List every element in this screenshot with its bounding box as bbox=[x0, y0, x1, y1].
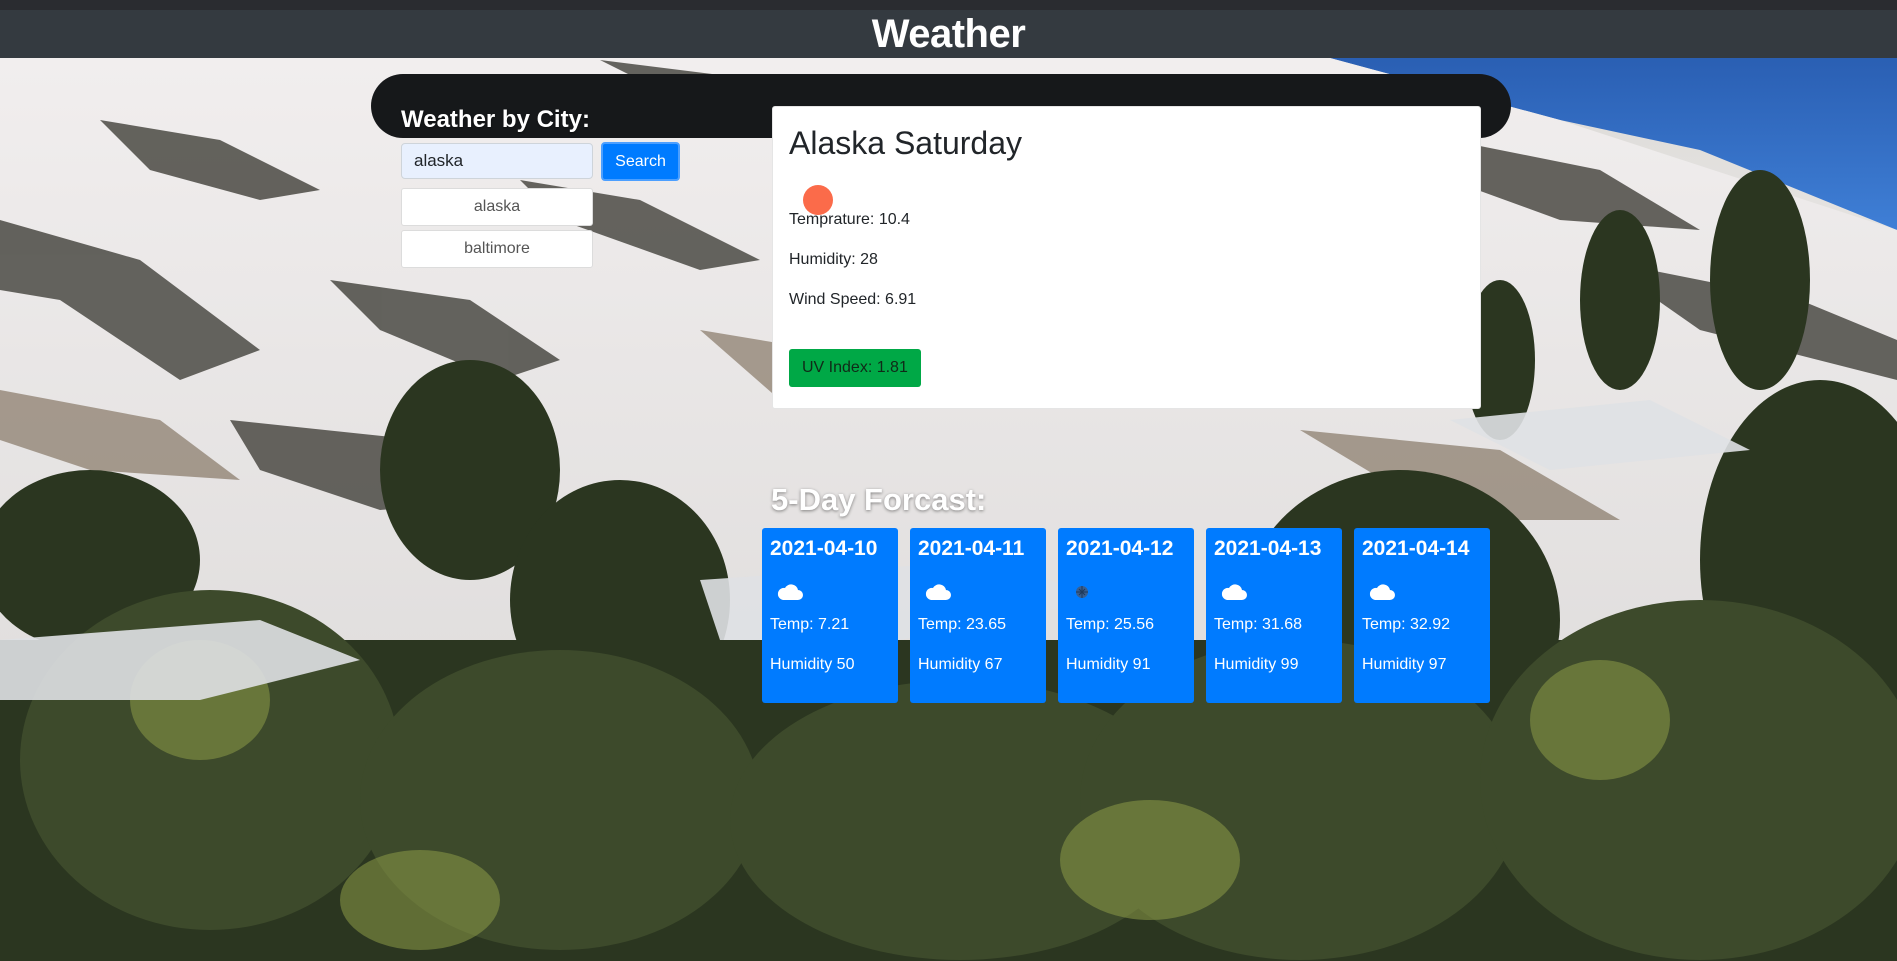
forecast-temp: Temp: 23.65 bbox=[918, 616, 1007, 633]
forecast-date: 2021-04-10 bbox=[770, 537, 878, 560]
history-item-alaska[interactable]: alaska bbox=[401, 188, 593, 226]
forecast-humidity: Humidity 99 bbox=[1214, 656, 1299, 673]
forecast-date: 2021-04-13 bbox=[1214, 537, 1322, 560]
forecast-row: 2021-04-10 Temp: 7.21 Humidity 50 2021-0… bbox=[762, 528, 1490, 703]
history-item-baltimore[interactable]: baltimore bbox=[401, 230, 593, 268]
cloud-icon bbox=[925, 584, 951, 600]
forecast-temp: Temp: 7.21 bbox=[770, 616, 850, 633]
forecast-date: 2021-04-12 bbox=[1066, 537, 1174, 560]
rain-icon bbox=[1076, 586, 1088, 598]
forecast-humidity: Humidity 91 bbox=[1066, 656, 1151, 673]
search-button[interactable]: Search bbox=[601, 142, 680, 181]
forecast-humidity: Humidity 97 bbox=[1362, 656, 1447, 673]
forecast-card: 2021-04-14 Temp: 32.92 Humidity 97 bbox=[1354, 528, 1490, 703]
forecast-title: 5-Day Forcast: bbox=[771, 482, 987, 517]
current-humidity: Humidity: 28 bbox=[789, 251, 878, 268]
app-header: Weather bbox=[0, 10, 1897, 58]
cloud-icon bbox=[777, 584, 803, 600]
cloud-icon bbox=[1369, 584, 1395, 600]
forecast-humidity: Humidity 67 bbox=[918, 656, 1003, 673]
forecast-card: 2021-04-10 Temp: 7.21 Humidity 50 bbox=[762, 528, 898, 703]
forecast-date: 2021-04-14 bbox=[1362, 537, 1470, 560]
cloud-icon bbox=[1221, 584, 1247, 600]
current-temperature: Temprature: 10.4 bbox=[789, 211, 910, 228]
current-city-title: Alaska Saturday bbox=[789, 125, 1023, 161]
uv-index-badge: UV Index: 1.81 bbox=[789, 349, 921, 387]
forecast-card: 2021-04-11 Temp: 23.65 Humidity 67 bbox=[910, 528, 1046, 703]
forecast-card: 2021-04-12 Temp: 25.56 Humidity 91 bbox=[1058, 528, 1194, 703]
city-search-input[interactable] bbox=[401, 143, 593, 179]
forecast-temp: Temp: 31.68 bbox=[1214, 616, 1303, 633]
current-wind-speed: Wind Speed: 6.91 bbox=[789, 291, 917, 308]
search-history-list: alaska baltimore bbox=[401, 188, 593, 272]
forecast-date: 2021-04-11 bbox=[918, 537, 1025, 560]
page-title: Weather bbox=[871, 11, 1026, 56]
forecast-card: 2021-04-13 Temp: 31.68 Humidity 99 bbox=[1206, 528, 1342, 703]
forecast-humidity: Humidity 50 bbox=[770, 656, 855, 673]
forecast-temp: Temp: 32.92 bbox=[1362, 616, 1451, 633]
forecast-temp: Temp: 25.56 bbox=[1066, 616, 1155, 633]
sidebar-title: Weather by City: bbox=[401, 106, 590, 133]
current-weather-card: Alaska Saturday Temprature: 10.4 Humidit… bbox=[772, 106, 1481, 409]
